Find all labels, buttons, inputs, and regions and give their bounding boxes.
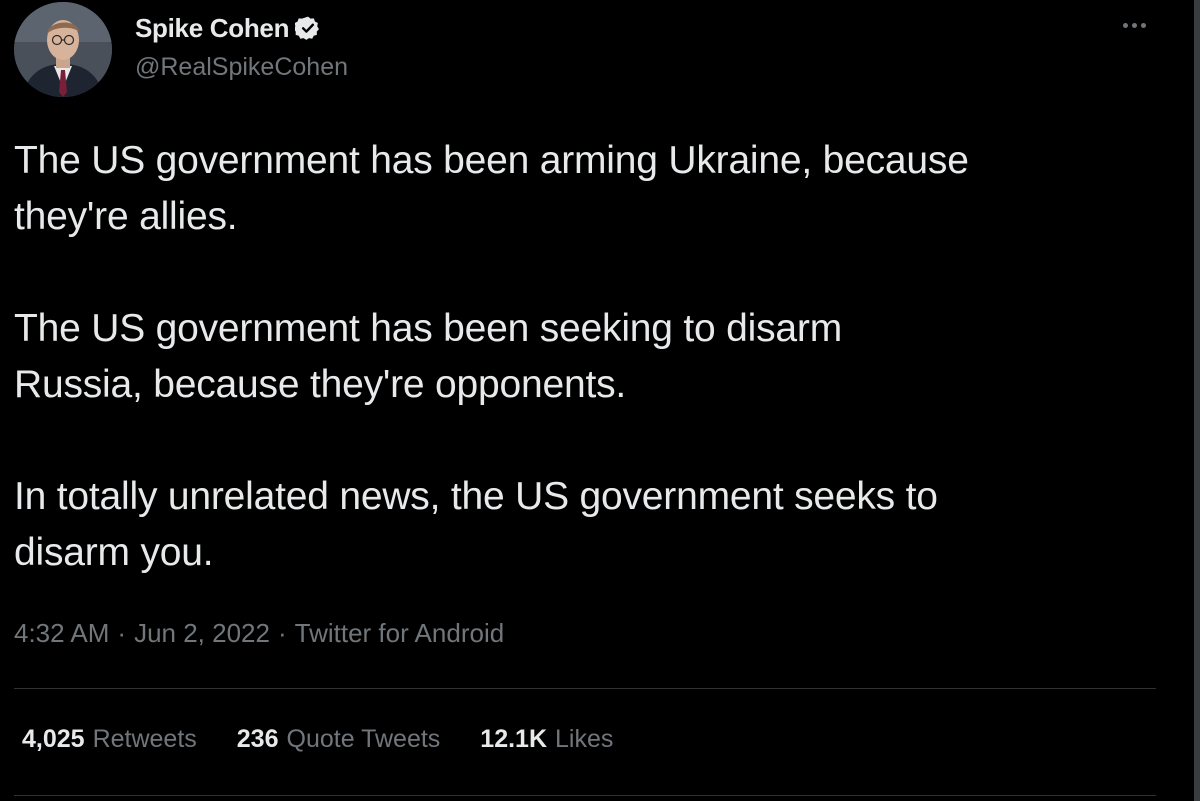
- tweet-source[interactable]: Twitter for Android: [295, 618, 505, 649]
- retweets-stat[interactable]: 4,025 Retweets: [22, 725, 197, 754]
- likes-count: 12.1K: [480, 725, 548, 753]
- divider: [14, 795, 1156, 796]
- author-handle[interactable]: @RealSpikeCohen: [135, 53, 348, 82]
- avatar-image: [14, 2, 112, 97]
- retweets-label: Retweets: [92, 725, 197, 753]
- tweet-text: The US government has been arming Ukrain…: [14, 139, 969, 574]
- avatar[interactable]: [14, 2, 112, 97]
- more-dot: [1131, 22, 1137, 28]
- quote-tweets-stat[interactable]: 236 Quote Tweets: [237, 725, 441, 754]
- verified-badge-icon: [293, 15, 321, 41]
- meta-separator: ·: [277, 618, 287, 648]
- meta-separator: ·: [117, 618, 127, 648]
- retweets-count: 4,025: [22, 725, 85, 753]
- author-name[interactable]: Spike Cohen: [135, 13, 289, 44]
- more-dot: [1140, 22, 1146, 28]
- more-dot: [1122, 22, 1128, 28]
- tweet-time[interactable]: 4:32 AM: [14, 618, 109, 649]
- quote-tweets-count: 236: [236, 725, 279, 753]
- tweet-meta: 4:32 AM · Jun 2, 2022 · Twitter for Andr…: [14, 618, 504, 649]
- quote-tweets-label: Quote Tweets: [286, 725, 441, 753]
- window-edge: [1194, 0, 1200, 801]
- likes-label: Likes: [555, 725, 614, 753]
- author-name-row[interactable]: Spike Cohen: [135, 12, 321, 44]
- likes-stat[interactable]: 12.1K Likes: [480, 725, 613, 754]
- tweet-date[interactable]: Jun 2, 2022: [134, 618, 270, 649]
- engagement-stats: 4,025 Retweets 236 Quote Tweets 12.1K Li…: [22, 725, 653, 754]
- more-horizontal-icon[interactable]: [1114, 10, 1154, 40]
- divider: [14, 688, 1156, 689]
